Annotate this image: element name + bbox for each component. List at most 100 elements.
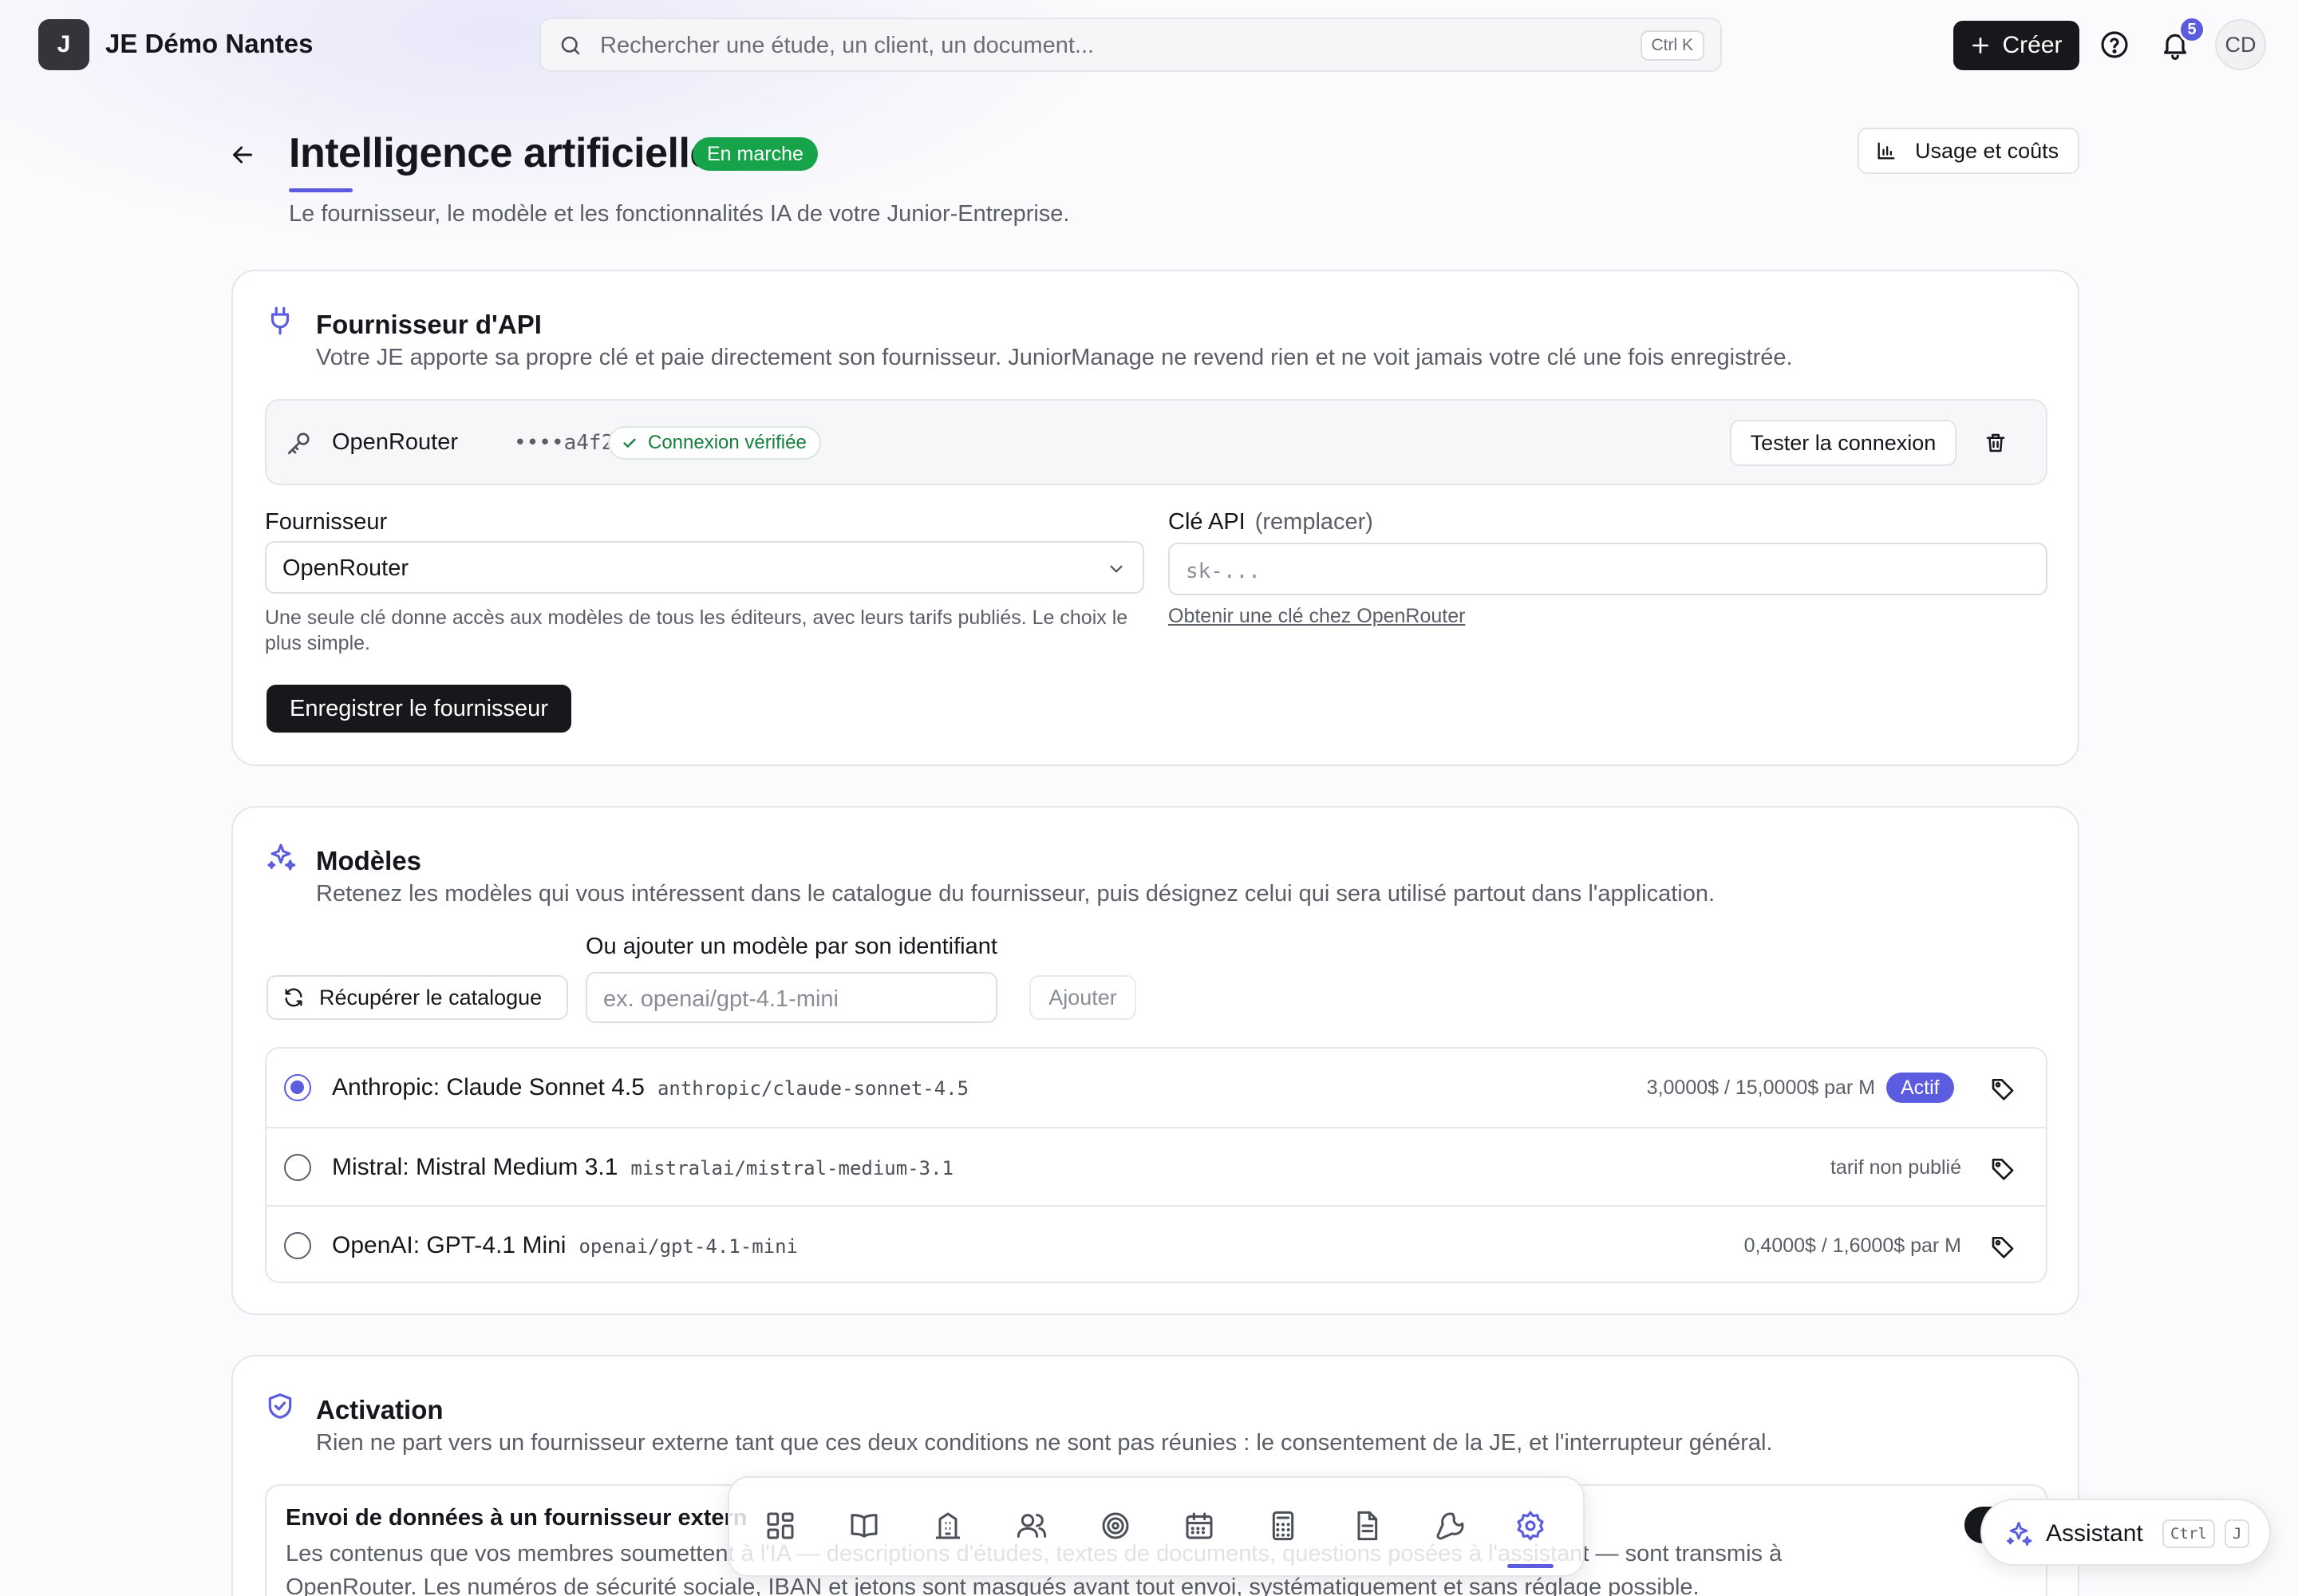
- page-title: Intelligence artificielle: [289, 130, 713, 176]
- notification-count-badge: 5: [2178, 16, 2205, 43]
- search-icon: [559, 34, 582, 57]
- usage-costs-label: Usage et coûts: [1915, 138, 2059, 163]
- models-card-title: Modèles: [316, 846, 422, 875]
- chevron-down-icon: [1106, 559, 1127, 579]
- models-card: Modèles Retenez les modèles qui vous int…: [231, 806, 2079, 1315]
- users-icon[interactable]: [1008, 1502, 1056, 1550]
- back-arrow-icon[interactable]: [228, 140, 257, 169]
- trash-icon[interactable]: [1984, 431, 2008, 455]
- api-key-placeholder: sk-...: [1186, 559, 1261, 583]
- consent-title: Envoi de données à un fournisseur extern: [286, 1505, 748, 1531]
- model-radio[interactable]: [284, 1154, 311, 1181]
- dock-active-indicator: [1507, 1564, 1554, 1568]
- global-search[interactable]: Rechercher une étude, un client, un docu…: [539, 18, 1722, 72]
- calculator-icon[interactable]: [1259, 1502, 1307, 1550]
- top-bar: J JE Démo Nantes Rechercher une étude, u…: [0, 0, 2298, 89]
- model-name: Anthropic: Claude Sonnet 4.5 anthropic/cl…: [332, 1074, 969, 1101]
- key-icon: [286, 429, 313, 456]
- add-model-button[interactable]: Ajouter: [1029, 975, 1136, 1020]
- bottom-dock: [728, 1476, 1585, 1577]
- provider-card-description: Votre JE apporte sa propre clé et paie d…: [316, 345, 1793, 370]
- model-price: 0,4000$ / 1,6000$ par M: [1743, 1235, 1961, 1257]
- model-identifier: mistralai/mistral-medium-3.1: [630, 1157, 954, 1179]
- model-label: Anthropic: Claude Sonnet 4.5: [332, 1074, 645, 1100]
- provider-select[interactable]: OpenRouter: [265, 541, 1144, 594]
- search-shortcut: Ctrl K: [1640, 30, 1704, 61]
- refresh-icon: [282, 986, 305, 1009]
- tag-icon[interactable]: [1990, 1156, 2016, 1181]
- model-row[interactable]: OpenAI: GPT-4.1 Mini openai/gpt-4.1-mini …: [267, 1205, 2046, 1282]
- activation-card-title: Activation: [316, 1395, 444, 1424]
- connection-status-text: Connexion vérifiée: [648, 432, 807, 453]
- usage-costs-button[interactable]: Usage et coûts: [1858, 128, 2079, 174]
- api-key-label-hint: (remplacer): [1254, 509, 1373, 535]
- model-name: OpenAI: GPT-4.1 Mini openai/gpt-4.1-mini: [332, 1232, 798, 1259]
- model-list: Anthropic: Claude Sonnet 4.5 anthropic/cl…: [265, 1047, 2047, 1283]
- settings-icon[interactable]: [1506, 1502, 1554, 1550]
- provider-select-value: OpenRouter: [282, 555, 409, 581]
- org-name[interactable]: JE Démo Nantes: [105, 29, 313, 59]
- plug-icon: [265, 305, 295, 337]
- fetch-catalogue-label: Récupérer le catalogue: [319, 985, 543, 1009]
- calendar-icon[interactable]: [1175, 1502, 1223, 1550]
- org-logo[interactable]: J: [38, 19, 89, 70]
- save-provider-button[interactable]: Enregistrer le fournisseur: [267, 685, 571, 733]
- connected-provider-name: OpenRouter: [332, 429, 458, 455]
- provider-card-title: Fournisseur d'API: [316, 310, 542, 339]
- model-radio[interactable]: [284, 1232, 311, 1259]
- assistant-button[interactable]: Assistant Ctrl J: [1980, 1499, 2271, 1566]
- models-card-description: Retenez les modèles qui vous intéressent…: [316, 881, 1716, 907]
- model-row[interactable]: Anthropic: Claude Sonnet 4.5 anthropic/cl…: [267, 1049, 2046, 1127]
- active-badge: Actif: [1886, 1073, 1954, 1103]
- help-icon[interactable]: [2099, 29, 2130, 61]
- check-icon: [621, 434, 638, 452]
- model-price: 3,0000$ / 15,0000$ par M: [1646, 1077, 1875, 1099]
- add-model-label: Ou ajouter un modèle par son identifiant: [586, 934, 997, 959]
- title-underline: [289, 188, 353, 192]
- provider-field-label: Fournisseur: [265, 509, 388, 535]
- status-badge: En marche: [693, 137, 818, 171]
- provider-field-help: Une seule clé donne accès aux modèles de…: [265, 606, 1128, 654]
- model-label: Mistral: Mistral Medium 3.1: [332, 1154, 618, 1180]
- model-id-input[interactable]: ex. openai/gpt-4.1-mini: [586, 972, 997, 1023]
- connection-verified-badge: Connexion vérifiée: [608, 426, 821, 460]
- target-icon[interactable]: [1092, 1502, 1139, 1550]
- model-name: Mistral: Mistral Medium 3.1 mistralai/mis…: [332, 1154, 954, 1181]
- api-key-input[interactable]: sk-...: [1168, 543, 2047, 595]
- document-icon[interactable]: [1343, 1502, 1391, 1550]
- plus-icon: [1970, 35, 1991, 56]
- activation-card-description: Rien ne part vers un fournisseur externe…: [316, 1430, 1773, 1456]
- fetch-catalogue-button[interactable]: Récupérer le catalogue: [267, 975, 568, 1020]
- shield-check-icon: [265, 1390, 295, 1422]
- model-id-placeholder: ex. openai/gpt-4.1-mini: [603, 986, 839, 1012]
- assistant-label: Assistant: [2046, 1520, 2143, 1547]
- model-radio-selected[interactable]: [284, 1074, 311, 1101]
- connection-status-row: OpenRouter ••••a4f2 Connexion vérifiée T…: [265, 399, 2047, 485]
- model-identifier: anthropic/claude-sonnet-4.5: [657, 1077, 969, 1100]
- sparkles-icon: [265, 841, 297, 873]
- book-icon[interactable]: [840, 1502, 888, 1550]
- model-label: OpenAI: GPT-4.1 Mini: [332, 1232, 567, 1258]
- api-key-field-label: Clé API (remplacer): [1168, 509, 1373, 535]
- masked-api-key: ••••a4f2: [514, 431, 614, 455]
- assistant-shortcut-key: J: [2225, 1519, 2250, 1548]
- bar-chart-icon: [1875, 140, 1897, 162]
- sparkles-icon: [2004, 1519, 2033, 1548]
- create-button[interactable]: Créer: [1953, 21, 2079, 70]
- test-connection-button[interactable]: Tester la connexion: [1730, 420, 1956, 466]
- building-icon[interactable]: [924, 1502, 972, 1550]
- dashboard-icon[interactable]: [756, 1502, 804, 1550]
- tag-icon[interactable]: [1990, 1234, 2016, 1259]
- create-button-label: Créer: [2002, 32, 2063, 58]
- wrench-icon[interactable]: [1427, 1502, 1475, 1550]
- assistant-shortcut-mod: Ctrl: [2162, 1519, 2215, 1548]
- tag-icon[interactable]: [1990, 1076, 2016, 1101]
- model-row[interactable]: Mistral: Mistral Medium 3.1 mistralai/mis…: [267, 1127, 2046, 1205]
- get-key-link[interactable]: Obtenir une clé chez OpenRouter: [1168, 605, 1465, 628]
- model-price: tarif non publié: [1830, 1156, 1961, 1179]
- model-identifier: openai/gpt-4.1-mini: [578, 1235, 798, 1258]
- page-subtitle: Le fournisseur, le modèle et les fonctio…: [289, 201, 1070, 227]
- api-key-label-text: Clé API: [1168, 509, 1246, 535]
- provider-card: Fournisseur d'API Votre JE apporte sa pr…: [231, 270, 2079, 766]
- user-avatar[interactable]: CD: [2215, 19, 2266, 70]
